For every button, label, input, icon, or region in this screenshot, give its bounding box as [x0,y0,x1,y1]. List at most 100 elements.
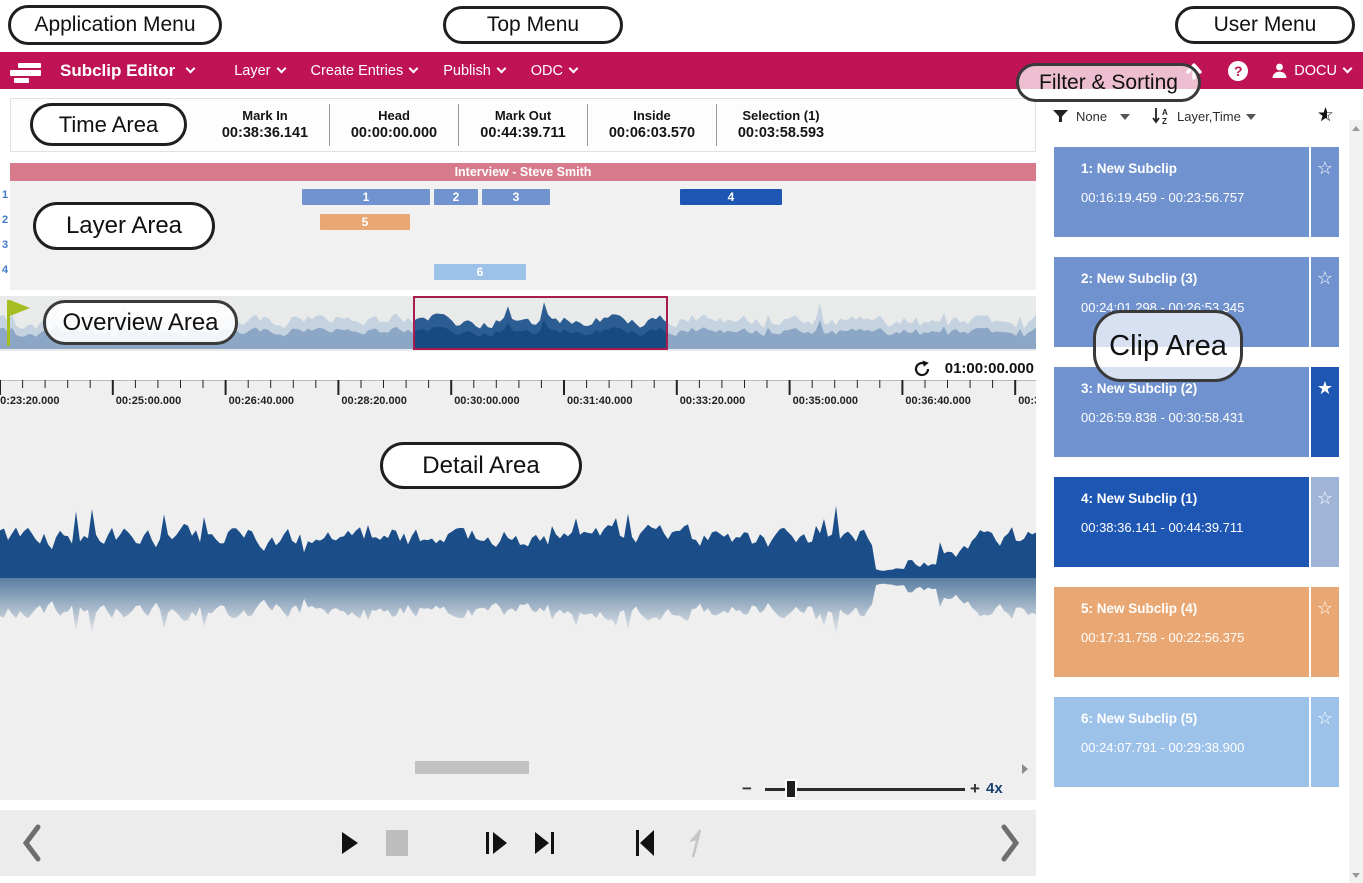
app-title[interactable]: Subclip Editor [60,61,175,81]
favorite-star-icon[interactable]: ★ [1317,379,1333,457]
layer-number-1: 1 [2,189,16,201]
duration-row: 01:00:00.000 [0,356,1036,380]
clip-area-annotation: Clip Area [1093,310,1243,382]
favorite-star-icon[interactable]: ☆ [1317,599,1333,677]
chevron-down-icon [569,64,579,74]
layer-clip-2[interactable]: 2 [434,189,478,205]
clip-card-6[interactable]: 6: New Subclip (5) 00:24:07.791 - 00:29:… [1054,697,1339,787]
ruler-timecode: 00:31:40.000 [567,395,632,407]
user-menu-annotation: User Menu [1175,6,1355,44]
play-button[interactable] [341,810,359,876]
clip-favorite-cell[interactable]: ☆ [1311,587,1339,677]
layer-number-3: 3 [2,239,16,251]
clip-card-body[interactable]: 4: New Subclip (1) 00:38:36.141 - 00:44:… [1054,477,1309,567]
clip-title: 2: New Subclip (3) [1081,271,1309,286]
clip-title: 1: New Subclip [1081,161,1309,176]
sort-chevron-down-icon[interactable] [1246,114,1256,120]
filter-chevron-down-icon[interactable] [1120,114,1130,120]
ruler-timecode: 00:36:40.000 [905,395,970,407]
menu-odc[interactable]: ODC [531,63,577,79]
favorite-star-icon[interactable]: ☆ [1317,159,1333,237]
layer-clip-1[interactable]: 1 [302,189,430,205]
ruler-timecode: 00:30:00.000 [454,395,519,407]
app-title-chevron-down-icon[interactable] [186,64,196,74]
zoom-slider-handle[interactable] [785,779,797,799]
ruler-timecode: 00:28:20.000 [341,395,406,407]
chevron-down-icon [496,64,506,74]
chevron-down-icon [1343,64,1353,74]
clip-timerange: 00:16:19.459 - 00:23:56.757 [1081,190,1309,205]
layer-clip-5[interactable]: 5 [320,214,410,230]
clip-timerange: 00:38:36.141 - 00:44:39.711 [1081,520,1309,535]
stop-button[interactable] [385,810,409,876]
user-icon [1272,63,1287,78]
layer-clip-3[interactable]: 3 [482,189,550,205]
overview-area-annotation: Overview Area [43,300,238,345]
clip-timerange: 00:24:07.791 - 00:29:38.900 [1081,740,1309,755]
favorite-star-icon[interactable]: ☆ [1317,269,1333,347]
ruler-timecode: 00:26:40.000 [229,395,294,407]
favorites-filter-star-icon[interactable]: ☆★ [1317,106,1334,125]
clip-card-1[interactable]: 1: New Subclip 00:16:19.459 - 00:23:56.7… [1054,147,1339,237]
sort-dropdown[interactable]: Layer,Time [1177,109,1241,124]
help-icon[interactable]: ? [1228,61,1248,81]
layer-number-4: 4 [2,264,16,276]
detail-area[interactable]: 01:00:00.000 00:23:20.00000:25:00.00000:… [0,356,1036,800]
app-logo-icon[interactable] [8,58,48,84]
time-field-selection: Selection (1)00:03:58.593 [717,108,845,142]
clip-title: 6: New Subclip (5) [1081,711,1309,726]
menu-layer[interactable]: Layer [234,63,284,79]
time-area-annotation: Time Area [30,103,187,146]
source-title-bar[interactable]: Interview - Steve Smith [10,163,1036,181]
refresh-icon[interactable] [913,360,931,378]
scroll-down-arrow-icon[interactable] [1352,873,1360,878]
ruler-labels: 00:23:20.00000:25:00.00000:26:40.00000:2… [0,395,1036,410]
clip-favorite-cell[interactable]: ☆ [1311,257,1339,347]
zoom-control: − + 4x [0,779,1036,800]
clip-panel-scrollbar[interactable] [1349,120,1363,883]
favorite-star-icon[interactable]: ☆ [1317,489,1333,567]
time-field-mark-out: Mark Out00:44:39.711 [459,108,587,142]
clip-card-body[interactable]: 1: New Subclip 00:16:19.459 - 00:23:56.7… [1054,147,1309,237]
horizontal-scrollbar-thumb[interactable] [415,761,529,774]
scroll-up-arrow-icon[interactable] [1352,126,1360,131]
clip-card-body[interactable]: 6: New Subclip (5) 00:24:07.791 - 00:29:… [1054,697,1309,787]
layer-clip-4[interactable]: 4 [680,189,782,205]
menu-publish[interactable]: Publish [443,63,505,79]
clip-favorite-cell[interactable]: ★ [1311,367,1339,457]
time-field-inside: Inside00:06:03.570 [588,108,716,142]
filter-funnel-icon[interactable] [1053,110,1068,123]
clip-card-body[interactable]: 5: New Subclip (4) 00:17:31.758 - 00:22:… [1054,587,1309,677]
scroll-right-arrow-icon[interactable] [1022,764,1028,774]
zoom-level: 4x [986,780,1003,797]
overview-viewport-rect[interactable] [413,296,668,350]
clip-title: 5: New Subclip (4) [1081,601,1309,616]
go-to-mark-in-button[interactable] [636,810,658,876]
previous-clip-button[interactable] [22,810,44,876]
application-menu-annotation: Application Menu [8,5,222,45]
layer-clip-6[interactable]: 6 [434,264,526,280]
menu-create-entries[interactable]: Create Entries [311,63,418,79]
clip-card-4[interactable]: 4: New Subclip (1) 00:38:36.141 - 00:44:… [1054,477,1339,567]
zoom-out-button[interactable]: − [742,779,752,799]
clip-timerange: 00:17:31.758 - 00:22:56.375 [1081,630,1309,645]
filter-sorting-annotation: Filter & Sorting [1016,63,1201,102]
user-menu-docu[interactable]: DOCU [1272,63,1351,79]
filter-dropdown[interactable]: None [1076,109,1107,124]
time-field-head: Head00:00:00.000 [330,108,458,142]
next-clip-button[interactable] [998,810,1020,876]
head-flag-icon[interactable] [6,298,32,348]
favorite-star-icon[interactable]: ☆ [1317,709,1333,787]
time-field-mark-in: Mark In00:38:36.141 [201,108,329,142]
clip-card-5[interactable]: 5: New Subclip (4) 00:17:31.758 - 00:22:… [1054,587,1339,677]
detail-area-annotation: Detail Area [380,442,582,489]
flag-button[interactable] [686,810,706,876]
sort-az-icon[interactable]: A Z [1152,107,1172,125]
clip-favorite-cell[interactable]: ☆ [1311,477,1339,567]
filter-sorting-bar: None A Z Layer,Time ☆★ [1046,104,1346,132]
clip-favorite-cell[interactable]: ☆ [1311,697,1339,787]
go-to-end-button[interactable] [535,810,557,876]
step-forward-button[interactable] [486,810,510,876]
zoom-in-button[interactable]: + [970,779,980,799]
clip-favorite-cell[interactable]: ☆ [1311,147,1339,237]
